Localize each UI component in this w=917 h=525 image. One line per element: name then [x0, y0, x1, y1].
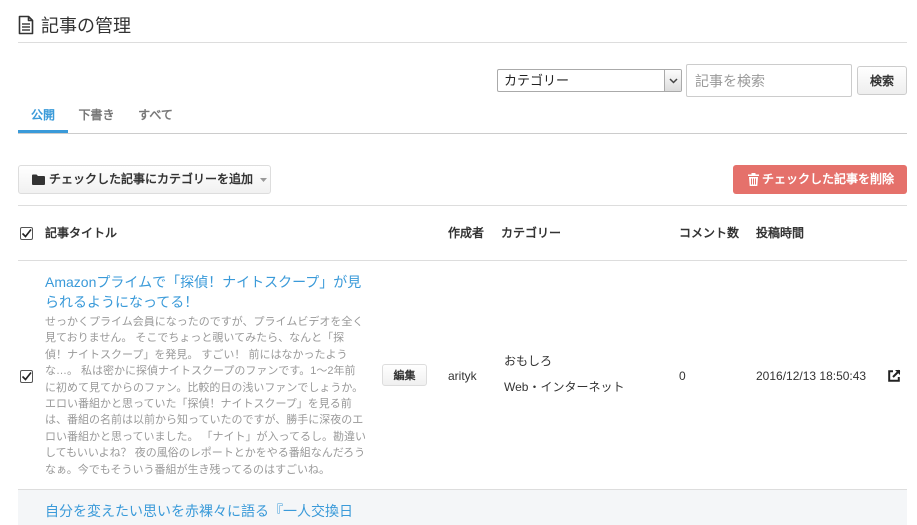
toolbar-divider — [18, 205, 907, 206]
external-link-icon[interactable] — [887, 369, 901, 383]
select-all-checkbox[interactable] — [20, 227, 33, 240]
search-input[interactable] — [686, 64, 852, 97]
column-header-title: 記事タイトル — [45, 226, 118, 240]
category-select-value: カテゴリー — [504, 73, 570, 88]
article-management-page: 記事の管理 カテゴリー 検索 公開 下書き すべて チェックした記事にカテゴリー… — [0, 0, 917, 525]
article-title-link[interactable]: 自分を変えたい思いを赤裸々に語る『一人交換日 — [45, 501, 353, 521]
table-header-divider — [18, 260, 907, 261]
column-header-comments: コメント数 — [679, 226, 740, 240]
table-row: 自分を変えたい思いを赤裸々に語る『一人交換日 — [18, 490, 907, 525]
document-icon — [18, 15, 34, 35]
article-excerpt: せっかくプライム会員になったのですが、プライムビデオを全く見ておりません。 そこ… — [45, 316, 366, 476]
article-category: おもしろ — [504, 354, 553, 368]
article-comment-count: 0 — [679, 369, 686, 383]
column-header-posted-at: 投稿時間 — [756, 226, 805, 240]
status-tabs: 公開 下書き すべて — [18, 103, 907, 134]
column-header-category: カテゴリー — [501, 226, 562, 240]
folder-icon — [32, 174, 45, 185]
tab-published[interactable]: 公開 — [18, 103, 68, 133]
add-category-label: チェックした記事にカテゴリーを追加 — [49, 172, 254, 186]
tab-drafts[interactable]: 下書き — [68, 103, 125, 133]
category-select[interactable]: カテゴリー — [497, 69, 682, 92]
article-title-link[interactable]: Amazonプライムで「探偵！ナイトスクープ」が見られるようになってる！ — [45, 272, 371, 312]
add-category-to-checked-button[interactable]: チェックした記事にカテゴリーを追加 — [18, 165, 271, 194]
tab-all[interactable]: すべて — [125, 103, 186, 133]
row-checkbox[interactable] — [20, 370, 33, 383]
chevron-down-icon — [664, 70, 681, 91]
column-header-author: 作成者 — [448, 226, 485, 240]
page-title: 記事の管理 — [41, 16, 131, 36]
caret-down-icon — [260, 178, 267, 182]
article-category: Web・インターネット — [504, 380, 625, 394]
trash-icon — [748, 173, 759, 186]
edit-button[interactable]: 編集 — [382, 364, 427, 386]
header-divider — [18, 42, 907, 43]
delete-checked-label: チェックした記事を削除 — [762, 172, 895, 186]
article-author: arityk — [448, 369, 477, 383]
delete-checked-button[interactable]: チェックした記事を削除 — [733, 165, 907, 194]
search-button[interactable]: 検索 — [857, 66, 907, 95]
article-posted-at: 2016/12/13 18:50:43 — [756, 369, 867, 383]
